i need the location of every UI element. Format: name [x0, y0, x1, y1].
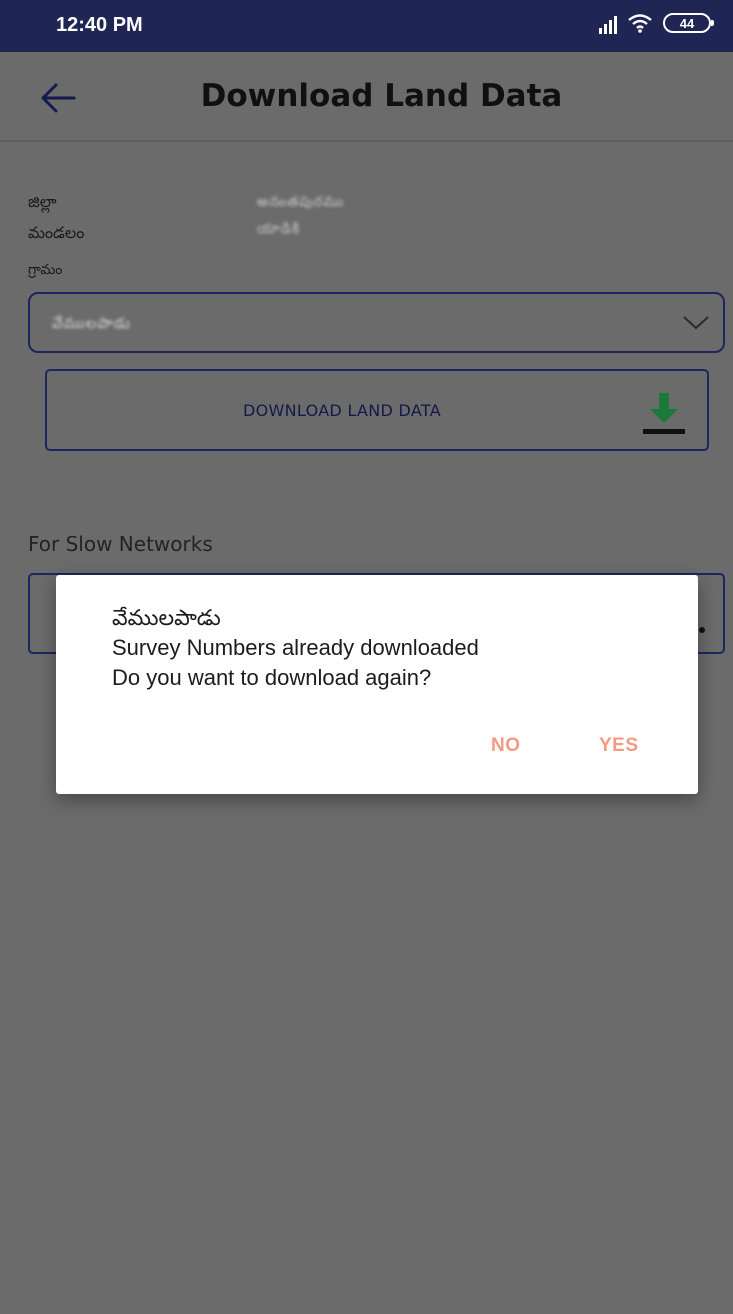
village-selected-value: వేములపాడు [52, 314, 132, 332]
dialog-line2: Do you want to download again? [112, 665, 432, 690]
status-icons: 44 [599, 12, 714, 34]
app-bar: Download Land Data [0, 52, 733, 142]
download-icon-partial [699, 627, 705, 633]
signal-icon [599, 12, 617, 34]
no-button[interactable]: NO [491, 735, 521, 757]
slow-networks-label: For Slow Networks [28, 532, 213, 556]
status-bar: 12:40 PM 44 [0, 0, 733, 52]
village-select[interactable]: వేములపాడు [28, 292, 725, 353]
dialog-line1: Survey Numbers already downloaded [112, 635, 479, 660]
village-label: గ్రామం [28, 262, 63, 278]
download-button-label: DOWNLOAD LAND DATA [243, 401, 441, 420]
chevron-down-icon [683, 316, 709, 330]
download-land-data-button[interactable]: DOWNLOAD LAND DATA [45, 369, 709, 451]
page-title: Download Land Data [200, 78, 563, 114]
download-icon [643, 393, 685, 434]
district-value: అనంతపురము [257, 194, 344, 210]
yes-button[interactable]: YES [599, 735, 639, 757]
wifi-icon [628, 14, 652, 33]
status-time: 12:40 PM [56, 14, 143, 36]
battery-icon: 44 [663, 13, 714, 33]
mandal-label: మండలం [28, 223, 85, 242]
confirm-dialog: వేములపాడు Survey Numbers already downloa… [56, 575, 698, 794]
dialog-title: వేములపాడు [112, 605, 221, 630]
district-label: జిల్లా [28, 192, 57, 211]
dialog-message: వేములపాడు Survey Numbers already downloa… [112, 603, 479, 693]
mandal-value: యాడికి [257, 221, 301, 237]
